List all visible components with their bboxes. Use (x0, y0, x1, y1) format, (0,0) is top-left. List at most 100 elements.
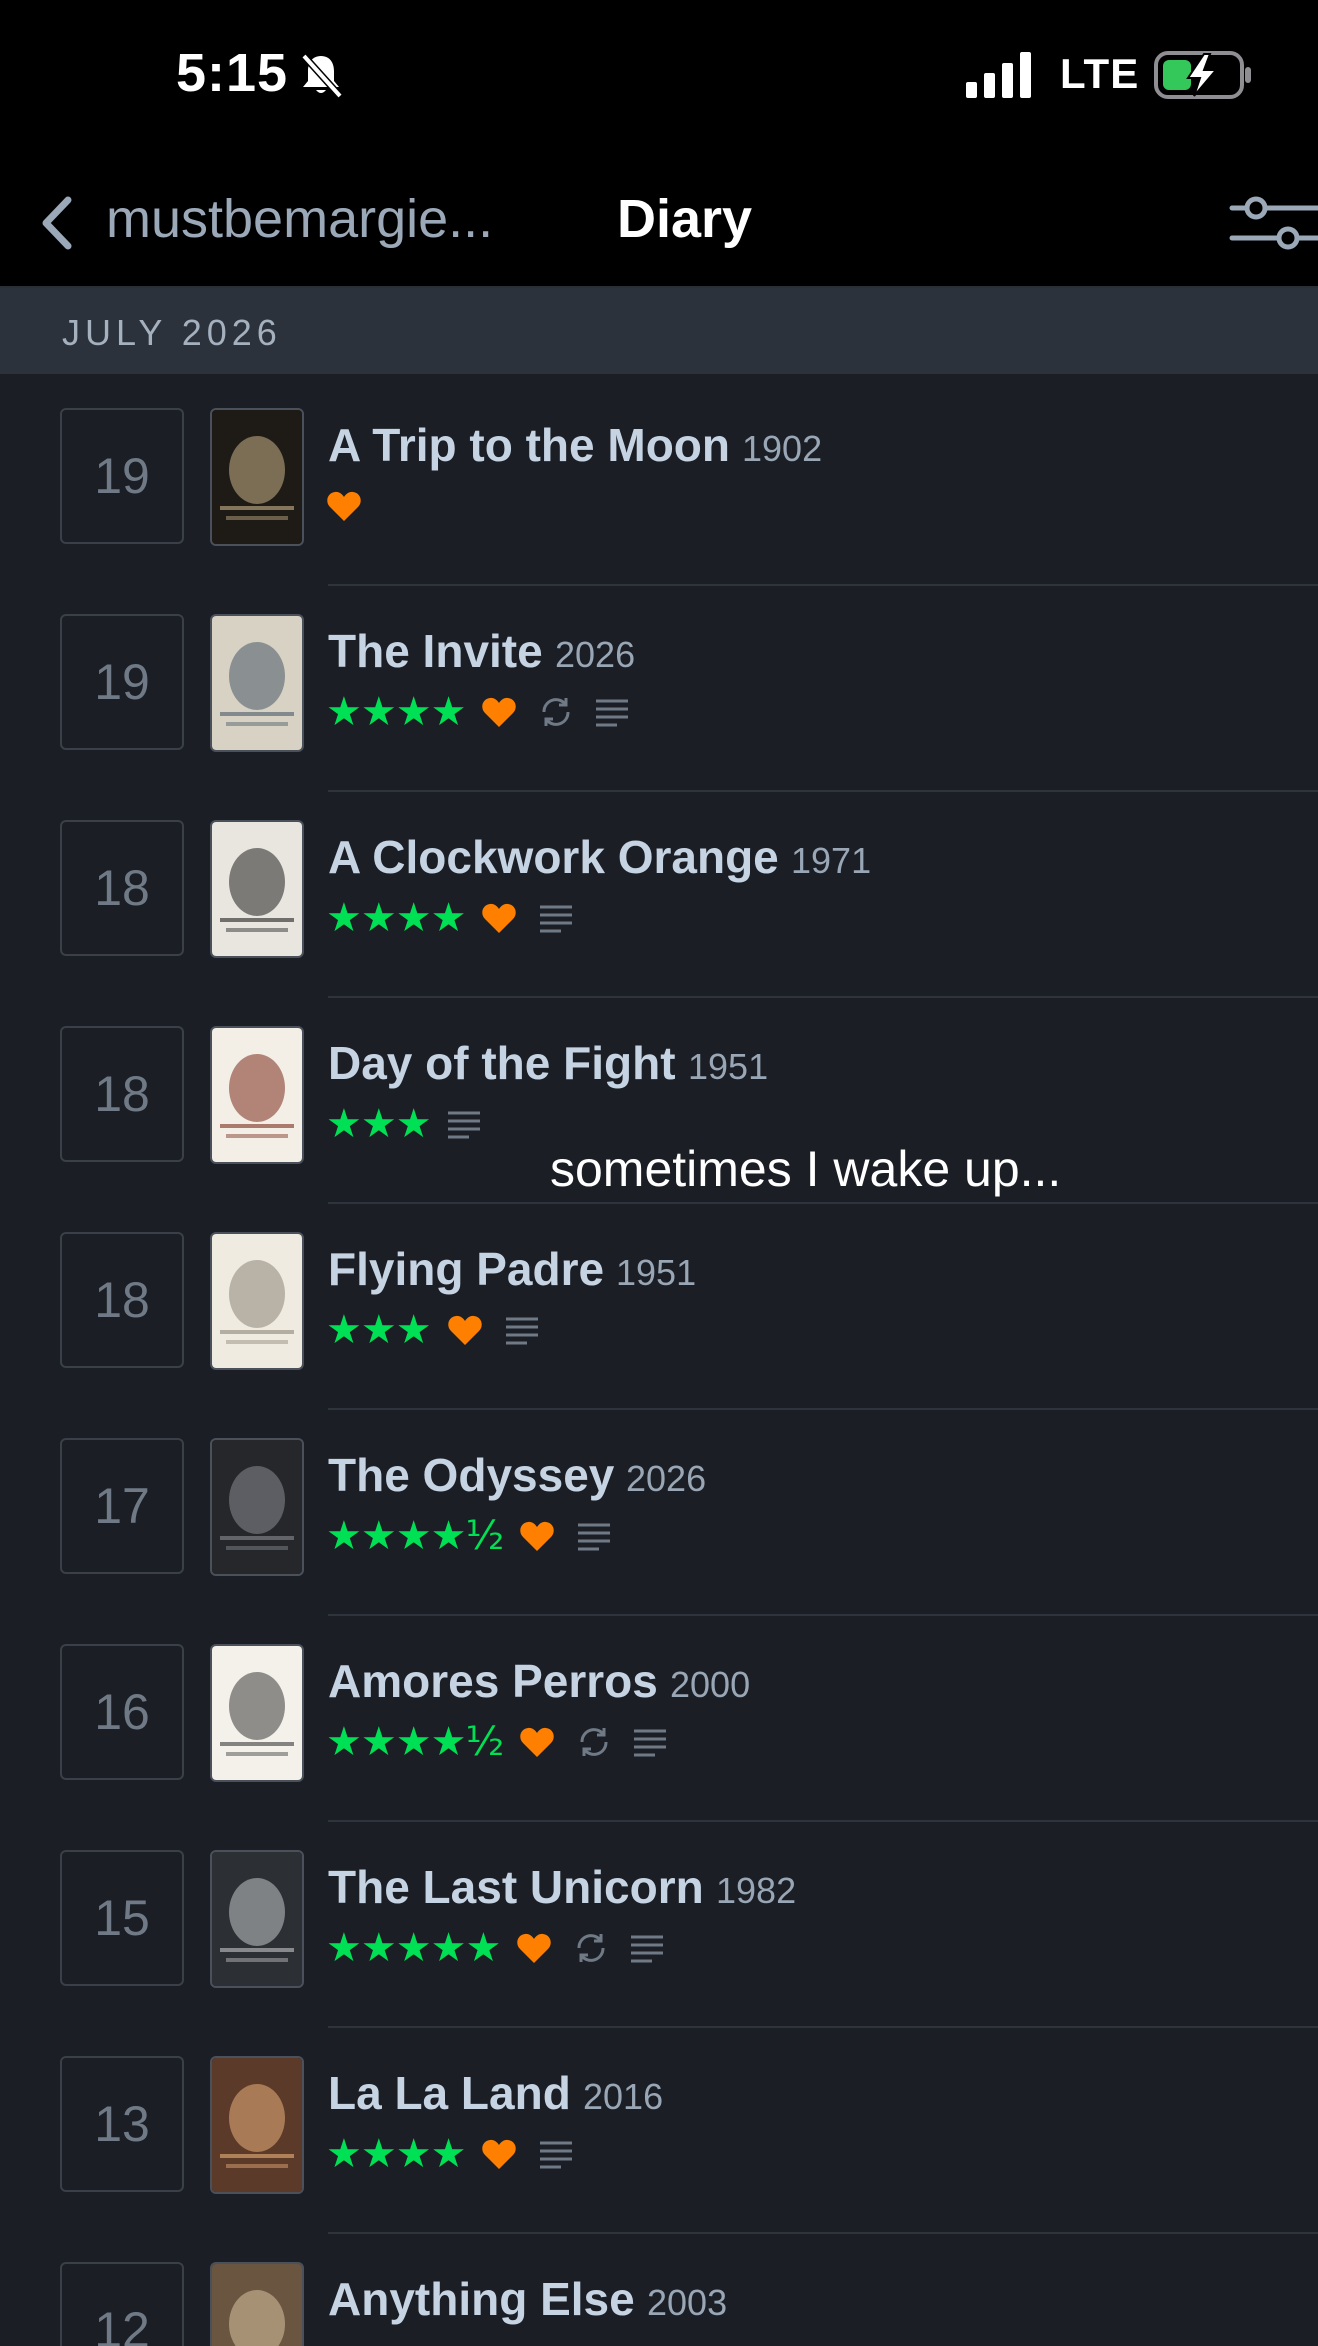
entry-date-box: 17 (60, 1438, 184, 1574)
movie-title[interactable]: Amores Perros (328, 1654, 658, 1708)
month-label: JULY 2026 (62, 312, 282, 353)
movie-title[interactable]: Flying Padre (328, 1242, 604, 1296)
entry-day: 19 (94, 448, 150, 504)
month-section-header: JULY 2026 (0, 288, 1318, 374)
poster-image (212, 1646, 302, 1780)
liked-heart-icon (517, 1933, 552, 1963)
back-chevron-icon[interactable] (36, 190, 80, 256)
entry-day: 13 (94, 2096, 150, 2152)
poster-image (212, 410, 302, 544)
entry-meta: ★★★★ (326, 690, 651, 734)
entry-meta: ★★★★★ (326, 1926, 686, 1970)
movie-poster[interactable] (210, 1850, 304, 1988)
entry-date-box: 16 (60, 1644, 184, 1780)
review-text-icon (540, 905, 573, 933)
movie-poster[interactable] (210, 2056, 304, 2194)
battery-charging-icon (1154, 51, 1251, 99)
movie-year: 2016 (583, 2076, 664, 2117)
poster-image (212, 1234, 302, 1368)
entry-meta: ★★★ (326, 1308, 561, 1352)
movie-poster[interactable] (210, 1438, 304, 1576)
liked-heart-icon (520, 1727, 554, 1757)
movie-year: 1951 (688, 1046, 769, 1087)
back-button-label[interactable]: mustbemargie... (106, 188, 493, 250)
star-rating: ★★★ (326, 1307, 432, 1353)
diary-screen: 5:15 LTE mustbemargie... Diary JULY 2026… (0, 0, 1318, 2346)
star-rating: ★★★ (326, 1101, 432, 1147)
poster-image (212, 1440, 302, 1574)
overlay-caption: sometimes I wake up... (550, 1141, 1062, 1197)
rewatch-icon (577, 1934, 605, 1962)
entry-date-box: 18 (60, 820, 184, 956)
star-rating: ★★★★ (326, 689, 466, 735)
movie-title[interactable]: The Odyssey (328, 1448, 614, 1502)
poster-image (212, 1852, 302, 1986)
movie-title[interactable]: Day of the Fight (328, 1036, 676, 1090)
movie-title[interactable]: La La Land (328, 2066, 571, 2120)
movie-poster[interactable] (210, 2262, 304, 2346)
diary-entry[interactable]: 19 The Invite 2026 ★★★★ (0, 586, 1318, 792)
entry-meta: ★★★ (326, 1102, 503, 1146)
movie-poster[interactable] (210, 1644, 304, 1782)
review-text-icon (447, 1111, 480, 1139)
entry-meta: ★★★★ (326, 896, 595, 940)
entry-meta: ★★★★½ (326, 1720, 689, 1764)
movie-title[interactable]: The Invite (328, 624, 543, 678)
liked-heart-icon (447, 1315, 482, 1345)
review-text-icon (596, 699, 629, 727)
review-text-icon (578, 1523, 611, 1551)
diary-entry[interactable]: 17 The Odyssey 2026 ★★★★½ (0, 1410, 1318, 1616)
diary-entry[interactable]: 18 Flying Padre 1951 ★★★ (0, 1204, 1318, 1410)
entry-day: 17 (94, 1478, 150, 1534)
movie-title[interactable]: A Trip to the Moon (328, 418, 730, 472)
entry-day: 15 (94, 1890, 150, 1946)
diary-entry[interactable]: 18 A Clockwork Orange 1971 ★★★★ (0, 792, 1318, 998)
poster-image (212, 2264, 302, 2346)
entry-meta (326, 484, 384, 528)
movie-poster[interactable] (210, 820, 304, 958)
movie-year: 1902 (742, 428, 823, 469)
entry-day: 18 (94, 1272, 150, 1328)
movie-year: 1971 (791, 840, 872, 881)
movie-year: 2000 (670, 1664, 751, 1705)
entry-date-box: 18 (60, 1026, 184, 1162)
diary-entry[interactable]: 19 A Trip to the Moon 1902 (0, 380, 1318, 586)
entry-date-box: 12 (60, 2262, 184, 2346)
diary-entry[interactable]: 16 Amores Perros 2000 ★★★★½ (0, 1616, 1318, 1822)
entry-meta: ★★★★ (326, 2132, 595, 2176)
liked-heart-icon (520, 1521, 554, 1551)
movie-title[interactable]: The Last Unicorn (328, 1860, 704, 1914)
filter-sliders-icon[interactable] (1226, 188, 1318, 258)
review-text-icon (540, 2141, 573, 2169)
entry-date-box: 15 (60, 1850, 184, 1986)
movie-title[interactable]: Anything Else (328, 2272, 635, 2326)
movie-poster[interactable] (210, 614, 304, 752)
movie-title[interactable]: A Clockwork Orange (328, 830, 779, 884)
page-title: Diary (617, 189, 753, 249)
poster-image (212, 616, 302, 750)
review-text-icon (505, 1317, 538, 1345)
review-text-icon (634, 1729, 667, 1757)
diary-entry[interactable]: 12 Anything Else 2003 (0, 2234, 1318, 2346)
entry-day: 19 (94, 654, 150, 710)
navigation-bar: mustbemargie... Diary (0, 160, 1318, 288)
entry-date-box: 13 (60, 2056, 184, 2192)
star-rating: ★★★★½ (326, 1513, 504, 1559)
liked-heart-icon (482, 2139, 517, 2169)
star-rating: ★★★★ (326, 2131, 466, 2177)
rewatch-icon (542, 698, 570, 726)
entry-date-box: 19 (60, 614, 184, 750)
bell-muted-icon (301, 53, 343, 99)
diary-entry[interactable]: 15 The Last Unicorn 1982 ★★★★★ (0, 1822, 1318, 2028)
poster-image (212, 822, 302, 956)
status-bar: 5:15 LTE (0, 0, 1318, 160)
movie-poster[interactable] (210, 408, 304, 546)
entry-day: 16 (94, 1684, 150, 1740)
liked-heart-icon (482, 697, 517, 727)
movie-poster[interactable] (210, 1026, 304, 1164)
diary-entry[interactable]: 13 La La Land 2016 ★★★★ (0, 2028, 1318, 2234)
movie-year: 2026 (626, 1458, 707, 1499)
star-rating: ★★★★ (326, 895, 466, 941)
movie-poster[interactable] (210, 1232, 304, 1370)
star-rating: ★★★★½ (326, 1719, 504, 1765)
